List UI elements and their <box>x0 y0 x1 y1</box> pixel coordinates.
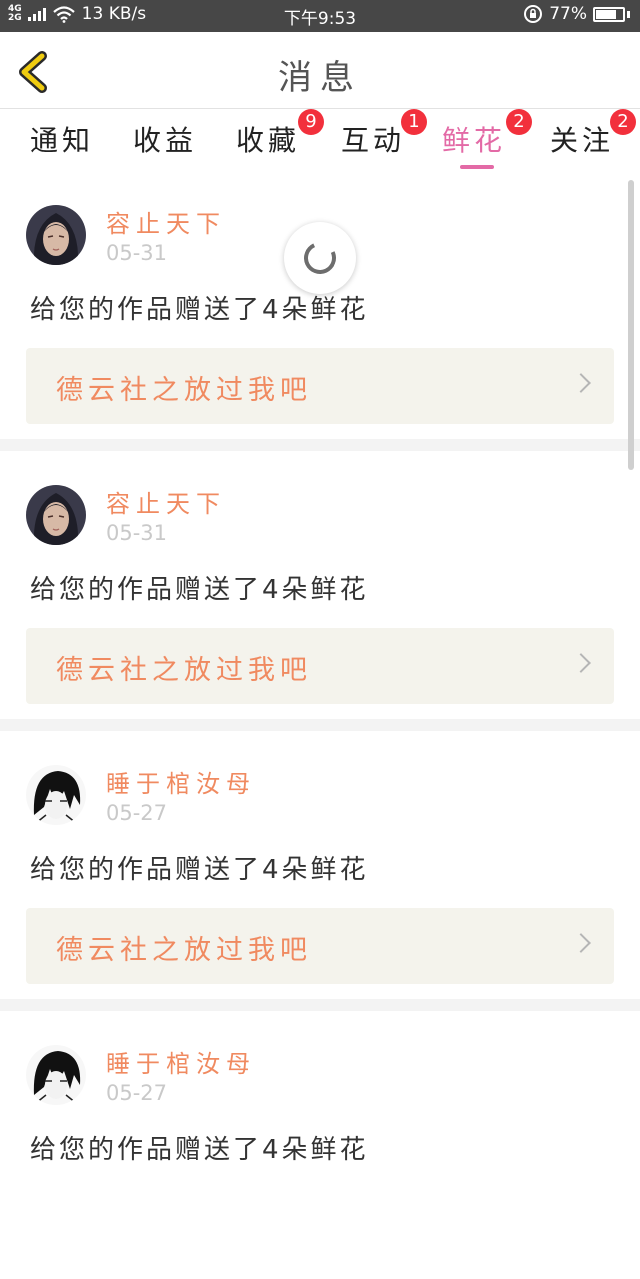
loading-spinner <box>284 222 356 294</box>
tab-label: 关注 <box>550 124 615 157</box>
avatar-sketch-image <box>26 765 86 825</box>
avatar[interactable] <box>26 765 86 825</box>
tab-label: 收藏 <box>236 124 301 157</box>
page-title: 消息 <box>278 58 362 98</box>
message-date: 05-31 <box>106 241 168 265</box>
message-text: 给您的作品赠送了4朵鲜花 <box>30 1135 369 1165</box>
scrollbar[interactable] <box>628 180 634 470</box>
avatar-sketch-image <box>26 1045 86 1105</box>
work-title: 德云社之放过我吧 <box>56 935 312 966</box>
work-link[interactable]: 德云社之放过我吧 <box>26 348 614 424</box>
work-title: 德云社之放过我吧 <box>56 375 312 406</box>
user-name[interactable]: 容止天下 <box>106 484 226 519</box>
status-bar: 4G 2G 13 KB/s 下午9:53 77% <box>0 0 640 32</box>
tab-notifications[interactable]: 通知 <box>30 119 94 169</box>
message-card: 容止天下 05-31 给您的作品赠送了4朵鲜花 德云社之放过我吧 <box>0 451 640 719</box>
tab-bar: 通知 收益 收藏 9 互动 1 鲜花 2 关注 2 <box>0 109 640 171</box>
active-tab-indicator <box>460 165 494 169</box>
avatar[interactable] <box>26 205 86 265</box>
avatar[interactable] <box>26 1045 86 1105</box>
tab-label: 鲜花 <box>442 124 507 157</box>
tab-label: 互动 <box>341 124 406 157</box>
work-link[interactable]: 德云社之放过我吧 <box>26 908 614 984</box>
badge-count: 1 <box>401 109 427 135</box>
badge-count: 2 <box>506 109 532 135</box>
battery-tip <box>627 10 630 18</box>
message-text: 给您的作品赠送了4朵鲜花 <box>30 575 369 605</box>
avatar-warrior-image <box>26 205 86 265</box>
badge-count: 9 <box>298 109 324 135</box>
tab-earnings[interactable]: 收益 <box>133 119 197 169</box>
tab-label: 通知 <box>30 124 95 157</box>
message-date: 05-27 <box>106 801 168 825</box>
battery-icon <box>593 6 625 22</box>
message-card: 容止天下 05-31 给您的作品赠送了4朵鲜花 德云社之放过我吧 <box>0 171 640 439</box>
header: 消息 <box>0 32 640 109</box>
avatar[interactable] <box>26 485 86 545</box>
rotation-lock-icon <box>524 5 543 23</box>
spinner-icon <box>299 237 341 279</box>
message-card: 睡于棺汝母 05-27 给您的作品赠送了4朵鲜花 <box>0 1011 640 1279</box>
work-title: 德云社之放过我吧 <box>56 655 312 686</box>
chevron-right-icon <box>571 933 591 953</box>
tab-label: 收益 <box>133 124 198 157</box>
message-text: 给您的作品赠送了4朵鲜花 <box>30 295 369 325</box>
battery-fill <box>596 9 616 19</box>
message-date: 05-27 <box>106 1081 168 1105</box>
badge-count: 2 <box>610 109 636 135</box>
work-link[interactable]: 德云社之放过我吧 <box>26 628 614 704</box>
chevron-right-icon <box>571 653 591 673</box>
tab-favorites[interactable]: 收藏 9 <box>236 109 324 169</box>
avatar-warrior-image <box>26 485 86 545</box>
message-card: 睡于棺汝母 05-27 给您的作品赠送了4朵鲜花 德云社之放过我吧 <box>0 731 640 999</box>
tab-following[interactable]: 关注 2 <box>550 109 636 169</box>
status-right: 77% <box>523 4 630 24</box>
tab-interactions[interactable]: 互动 1 <box>341 109 427 169</box>
user-name[interactable]: 睡于棺汝母 <box>106 1044 256 1079</box>
chevron-right-icon <box>571 373 591 393</box>
battery-percent: 77% <box>549 4 587 24</box>
user-name[interactable]: 睡于棺汝母 <box>106 764 256 799</box>
user-name[interactable]: 容止天下 <box>106 204 226 239</box>
message-text: 给您的作品赠送了4朵鲜花 <box>30 855 369 885</box>
tab-flowers[interactable]: 鲜花 2 <box>442 109 532 169</box>
message-date: 05-31 <box>106 521 168 545</box>
